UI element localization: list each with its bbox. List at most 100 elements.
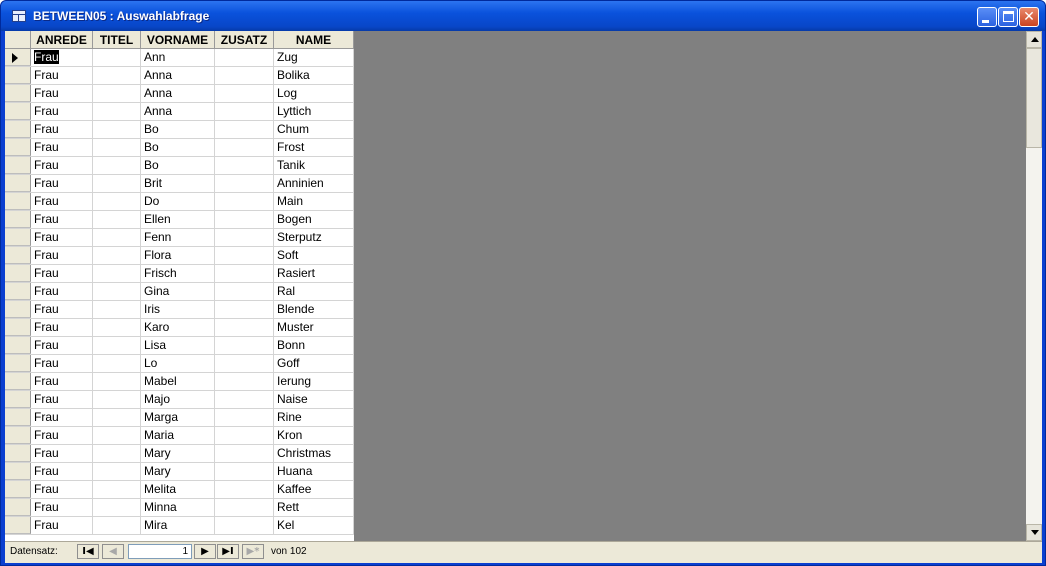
cell-titel[interactable] bbox=[93, 229, 141, 246]
row-selector[interactable] bbox=[5, 67, 31, 84]
cell-anrede[interactable]: Frau bbox=[31, 481, 93, 498]
row-selector[interactable] bbox=[5, 85, 31, 102]
cell-name[interactable]: Kron bbox=[274, 427, 354, 444]
cell-anrede[interactable]: Frau bbox=[31, 103, 93, 120]
new-record-button[interactable]: ▶* bbox=[242, 544, 264, 559]
cell-titel[interactable] bbox=[93, 193, 141, 210]
cell-zusatz[interactable] bbox=[215, 391, 274, 408]
cell-name[interactable]: Rasiert bbox=[274, 265, 354, 282]
cell-anrede[interactable]: Frau bbox=[31, 247, 93, 264]
row-selector[interactable] bbox=[5, 211, 31, 228]
cell-name[interactable]: Huana bbox=[274, 463, 354, 480]
row-selector[interactable] bbox=[5, 445, 31, 462]
cell-titel[interactable] bbox=[93, 463, 141, 480]
select-all-corner[interactable] bbox=[5, 31, 31, 49]
cell-name[interactable]: Tanik bbox=[274, 157, 354, 174]
cell-name[interactable]: Zug bbox=[274, 49, 354, 66]
cell-zusatz[interactable] bbox=[215, 301, 274, 318]
cell-name[interactable]: Chum bbox=[274, 121, 354, 138]
cell-anrede[interactable]: Frau bbox=[31, 211, 93, 228]
cell-name[interactable]: Rett bbox=[274, 499, 354, 516]
table-row[interactable]: Frau Gina Ral bbox=[5, 283, 354, 301]
cell-titel[interactable] bbox=[93, 481, 141, 498]
cell-anrede[interactable]: Frau bbox=[31, 427, 93, 444]
cell-zusatz[interactable] bbox=[215, 319, 274, 336]
cell-anrede[interactable]: Frau bbox=[31, 67, 93, 84]
table-row[interactable]: Frau Do Main bbox=[5, 193, 354, 211]
cell-name[interactable]: Ierung bbox=[274, 373, 354, 390]
table-row[interactable]: Frau Mary Christmas bbox=[5, 445, 354, 463]
cell-vorname[interactable]: Mary bbox=[141, 445, 215, 462]
table-row[interactable]: Frau Anna Bolika bbox=[5, 67, 354, 85]
cell-vorname[interactable]: Flora bbox=[141, 247, 215, 264]
cell-anrede[interactable]: Frau bbox=[31, 229, 93, 246]
cell-vorname[interactable]: Mira bbox=[141, 517, 215, 534]
cell-name[interactable]: Bonn bbox=[274, 337, 354, 354]
cell-vorname[interactable]: Ellen bbox=[141, 211, 215, 228]
cell-titel[interactable] bbox=[93, 211, 141, 228]
cell-titel[interactable] bbox=[93, 283, 141, 300]
cell-zusatz[interactable] bbox=[215, 409, 274, 426]
table-row[interactable]: Frau Mary Huana bbox=[5, 463, 354, 481]
cell-titel[interactable] bbox=[93, 49, 141, 66]
cell-zusatz[interactable] bbox=[215, 355, 274, 372]
cell-titel[interactable] bbox=[93, 409, 141, 426]
cell-name[interactable]: Ral bbox=[274, 283, 354, 300]
cell-anrede[interactable]: Frau bbox=[31, 265, 93, 282]
cell-vorname[interactable]: Minna bbox=[141, 499, 215, 516]
cell-name[interactable]: Christmas bbox=[274, 445, 354, 462]
cell-vorname[interactable]: Anna bbox=[141, 85, 215, 102]
row-selector[interactable] bbox=[5, 103, 31, 120]
cell-vorname[interactable]: Marga bbox=[141, 409, 215, 426]
table-row[interactable]: Frau Melita Kaffee bbox=[5, 481, 354, 499]
cell-name[interactable]: Blende bbox=[274, 301, 354, 318]
next-record-button[interactable]: ▶ bbox=[194, 544, 216, 559]
cell-name[interactable]: Sterputz bbox=[274, 229, 354, 246]
table-row[interactable]: Frau Marga Rine bbox=[5, 409, 354, 427]
table-row[interactable]: Frau Karo Muster bbox=[5, 319, 354, 337]
cell-vorname[interactable]: Do bbox=[141, 193, 215, 210]
row-selector[interactable] bbox=[5, 265, 31, 282]
cell-vorname[interactable]: Brit bbox=[141, 175, 215, 192]
cell-titel[interactable] bbox=[93, 139, 141, 156]
cell-zusatz[interactable] bbox=[215, 211, 274, 228]
row-selector[interactable] bbox=[5, 319, 31, 336]
cell-vorname[interactable]: Maria bbox=[141, 427, 215, 444]
cell-name[interactable]: Main bbox=[274, 193, 354, 210]
row-selector[interactable] bbox=[5, 409, 31, 426]
cell-anrede[interactable]: Frau bbox=[31, 409, 93, 426]
table-row[interactable]: Frau Fenn Sterputz bbox=[5, 229, 354, 247]
table-row[interactable]: Frau Lisa Bonn bbox=[5, 337, 354, 355]
row-selector[interactable] bbox=[5, 139, 31, 156]
vertical-scrollbar[interactable] bbox=[1026, 31, 1042, 541]
cell-titel[interactable] bbox=[93, 247, 141, 264]
row-selector[interactable] bbox=[5, 193, 31, 210]
cell-zusatz[interactable] bbox=[215, 49, 274, 66]
last-record-button[interactable]: ▶I bbox=[217, 544, 239, 559]
cell-titel[interactable] bbox=[93, 445, 141, 462]
scroll-up-button[interactable] bbox=[1026, 31, 1042, 48]
cell-anrede[interactable]: Frau bbox=[31, 355, 93, 372]
cell-titel[interactable] bbox=[93, 319, 141, 336]
cell-vorname[interactable]: Karo bbox=[141, 319, 215, 336]
cell-vorname[interactable]: Mary bbox=[141, 463, 215, 480]
cell-name[interactable]: Bogen bbox=[274, 211, 354, 228]
cell-vorname[interactable]: Ann bbox=[141, 49, 215, 66]
cell-zusatz[interactable] bbox=[215, 481, 274, 498]
row-selector[interactable] bbox=[5, 373, 31, 390]
cell-name[interactable]: Bolika bbox=[274, 67, 354, 84]
cell-name[interactable]: Lyttich bbox=[274, 103, 354, 120]
cell-vorname[interactable]: Fenn bbox=[141, 229, 215, 246]
cell-titel[interactable] bbox=[93, 67, 141, 84]
table-row[interactable]: Frau Lo Goff bbox=[5, 355, 354, 373]
cell-titel[interactable] bbox=[93, 301, 141, 318]
cell-name[interactable]: Rine bbox=[274, 409, 354, 426]
cell-titel[interactable] bbox=[93, 157, 141, 174]
cell-anrede[interactable]: Frau bbox=[31, 337, 93, 354]
row-selector[interactable] bbox=[5, 175, 31, 192]
table-row[interactable]: Frau Minna Rett bbox=[5, 499, 354, 517]
cell-zusatz[interactable] bbox=[215, 265, 274, 282]
minimize-button[interactable] bbox=[977, 7, 997, 27]
row-selector[interactable] bbox=[5, 517, 31, 534]
cell-zusatz[interactable] bbox=[215, 517, 274, 534]
